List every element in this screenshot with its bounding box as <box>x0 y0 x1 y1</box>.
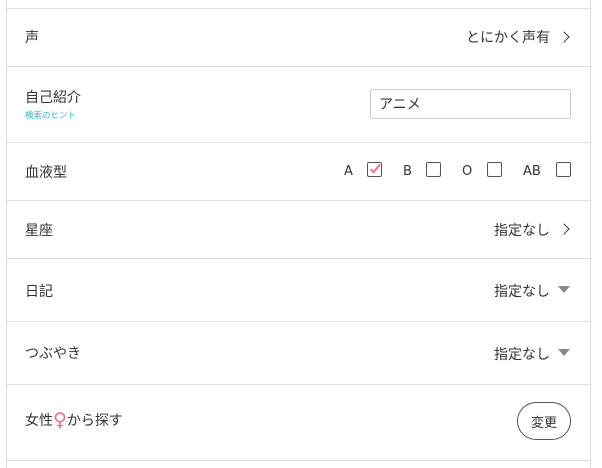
blood-a-label: A <box>344 164 353 179</box>
blood-type-row: 血液型 A B O AB <box>7 143 590 201</box>
chevron-right-icon <box>558 31 570 43</box>
gender-row: 女性 ♀ から探す 変更 <box>7 385 590 461</box>
tweet-label: つぶやき <box>25 346 81 362</box>
chevron-right-icon <box>558 223 570 235</box>
panel-right-border <box>590 0 591 468</box>
blood-o-label: O <box>462 164 473 179</box>
intro-row: 自己紹介 検索のヒント <box>7 67 590 143</box>
blood-a-checkbox[interactable] <box>367 162 382 177</box>
search-filter-panel: 声 とにかく声有 自己紹介 検索のヒント 血液型 A B O AB 星座 指定な… <box>0 0 602 468</box>
blood-type-label: 血液型 <box>25 165 67 181</box>
diary-label: 日記 <box>25 284 53 300</box>
zodiac-value: 指定なし <box>494 223 550 239</box>
checkmark-icon <box>369 163 381 174</box>
gender-prefix: 女性 <box>25 413 53 429</box>
intro-label: 自己紹介 <box>25 90 81 106</box>
diary-row[interactable]: 日記 指定なし <box>7 259 590 322</box>
blood-b-label: B <box>403 164 412 179</box>
voice-label: 声 <box>25 30 39 46</box>
dropdown-arrow-icon <box>558 349 570 356</box>
blood-ab-checkbox[interactable] <box>556 162 571 177</box>
blood-b-checkbox[interactable] <box>426 162 441 177</box>
gender-suffix: から探す <box>66 413 123 429</box>
intro-keyword-input[interactable] <box>370 89 571 119</box>
blood-ab-label: AB <box>523 164 541 179</box>
zodiac-row[interactable]: 星座 指定なし <box>7 201 590 259</box>
blood-o-checkbox[interactable] <box>487 162 502 177</box>
tweet-value: 指定なし <box>494 347 550 363</box>
change-gender-button[interactable]: 変更 <box>517 402 571 440</box>
dropdown-arrow-icon <box>558 286 570 293</box>
search-hint-link[interactable]: 検索のヒント <box>25 109 76 121</box>
tweet-row[interactable]: つぶやき 指定なし <box>7 322 590 385</box>
voice-row[interactable]: 声 とにかく声有 <box>7 9 590 67</box>
female-icon: ♀ <box>53 409 67 431</box>
zodiac-label: 星座 <box>25 223 53 239</box>
voice-value: とにかく声有 <box>466 30 550 46</box>
gender-label: 女性 ♀ から探す <box>25 409 123 431</box>
diary-value: 指定なし <box>494 284 550 300</box>
